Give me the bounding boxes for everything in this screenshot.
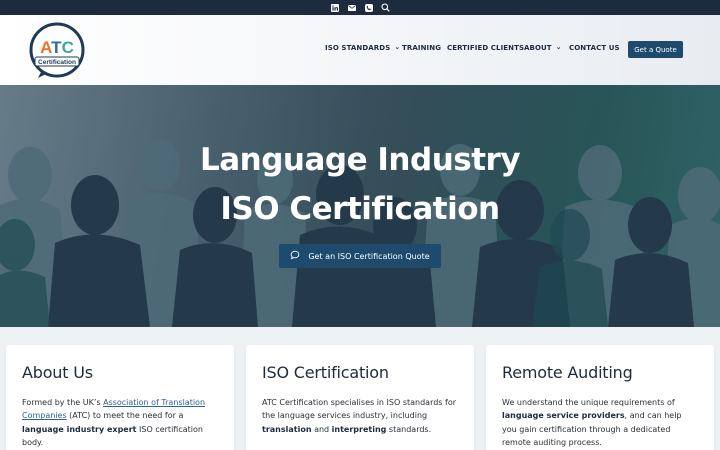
nav-iso-standards[interactable]: ISO STANDARDS ⌄ — [325, 43, 401, 52]
nav-certified-clients[interactable]: CERTIFIED CLIENTS — [447, 44, 524, 52]
bold-text: language industry expert — [22, 424, 137, 434]
hero-button-label: Get an ISO Certification Quote — [308, 251, 430, 261]
nav-about[interactable]: ABOUT ⌄ — [524, 43, 562, 52]
hero-title-line-2: ISO Certification — [220, 191, 500, 227]
get-a-quote-button[interactable]: Get a Quote — [628, 41, 683, 58]
bold-text: interpreting — [331, 424, 387, 434]
svg-text:ATC: ATC — [40, 38, 74, 57]
about-us-card: About Us Formed by the UK’s Association … — [6, 345, 234, 450]
text-run: standards. — [386, 424, 432, 434]
card-title: ISO Certification — [262, 363, 389, 382]
nav-training[interactable]: TRAINING — [402, 44, 441, 52]
text-run: Formed by the UK’s — [22, 398, 104, 407]
chevron-down-icon: ⌄ — [394, 43, 401, 51]
get-iso-quote-button[interactable]: Get an ISO Certification Quote — [279, 244, 441, 268]
card-title: Remote Auditing — [502, 363, 633, 382]
nav-label: TRAINING — [402, 44, 442, 52]
text-run: (ATC) to meet the need for a — [66, 411, 184, 421]
nav-label: ABOUT — [524, 44, 552, 52]
card-text: We understand the unique requirements of… — [502, 396, 698, 449]
svg-text:Certification: Certification — [38, 59, 76, 66]
remote-auditing-card: Remote Auditing We understand the unique… — [486, 345, 714, 450]
mail-icon[interactable] — [347, 3, 357, 13]
nav-contact-us[interactable]: CONTACT US — [569, 44, 620, 52]
phone-icon[interactable] — [364, 3, 374, 13]
site-header: ATC Certification ISO STANDARDS ⌄ TRAINI… — [0, 15, 720, 85]
text-run: and — [311, 424, 332, 434]
card-text: ATC Certification specialises in ISO sta… — [262, 396, 458, 436]
bold-text: translation — [262, 424, 312, 434]
atc-certification-logo[interactable]: ATC Certification — [28, 22, 86, 80]
nav-label: CONTACT US — [569, 44, 620, 52]
linkedin-icon[interactable] — [330, 3, 340, 13]
chat-bubble-icon — [290, 250, 300, 262]
card-title: About Us — [22, 363, 93, 382]
chevron-down-icon: ⌄ — [555, 43, 562, 51]
text-run: We understand the unique requirements of — [502, 398, 675, 407]
bold-text: language service providers — [502, 411, 625, 421]
iso-certification-card: ISO Certification ATC Certification spec… — [246, 345, 474, 450]
hero-banner: Language Industry ISO Certification Get … — [0, 85, 720, 327]
card-text: Formed by the UK’s Association of Transl… — [22, 396, 218, 449]
top-social-bar — [0, 0, 720, 15]
hero-title-line-1: Language Industry — [199, 142, 521, 178]
search-icon[interactable] — [381, 3, 391, 13]
text-run: ATC Certification specialises in ISO sta… — [262, 398, 457, 421]
nav-label: CERTIFIED CLIENTS — [447, 44, 525, 52]
nav-label: ISO STANDARDS — [325, 44, 391, 52]
